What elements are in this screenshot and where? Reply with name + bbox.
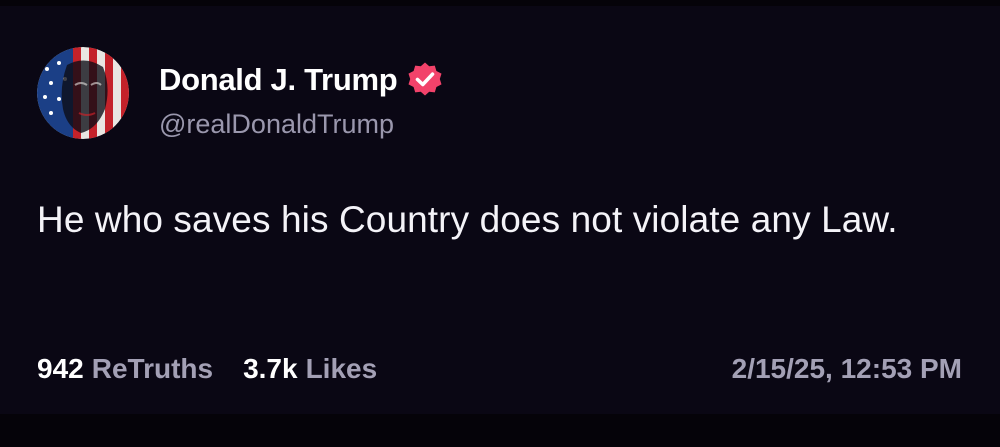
retruths-label: ReTruths (91, 353, 214, 384)
post-timestamp[interactable]: 2/15/25, 12:53 PM (732, 349, 962, 389)
post-stats: 942 ReTruths 3.7k Likes (37, 349, 377, 389)
post-card[interactable]: Donald J. Trump @realDonaldTrump He who … (0, 6, 1000, 414)
author-display-name[interactable]: Donald J. Trump (159, 62, 398, 98)
likes-stat[interactable]: 3.7k Likes (243, 353, 377, 385)
retruths-count: 942 (37, 353, 84, 384)
post-text: He who saves his Country does not violat… (37, 199, 898, 240)
bottom-edge (0, 414, 1000, 447)
flag-face-avatar-icon (37, 47, 129, 139)
verified-badge-icon (406, 61, 444, 99)
retruths-stat[interactable]: 942 ReTruths (37, 353, 213, 385)
avatar[interactable] (37, 47, 129, 139)
author-handle[interactable]: @realDonaldTrump (159, 109, 394, 140)
post-screenshot: Donald J. Trump @realDonaldTrump He who … (0, 0, 1000, 447)
likes-label: Likes (305, 353, 378, 384)
author-row: Donald J. Trump (159, 60, 444, 100)
likes-count: 3.7k (243, 353, 298, 384)
